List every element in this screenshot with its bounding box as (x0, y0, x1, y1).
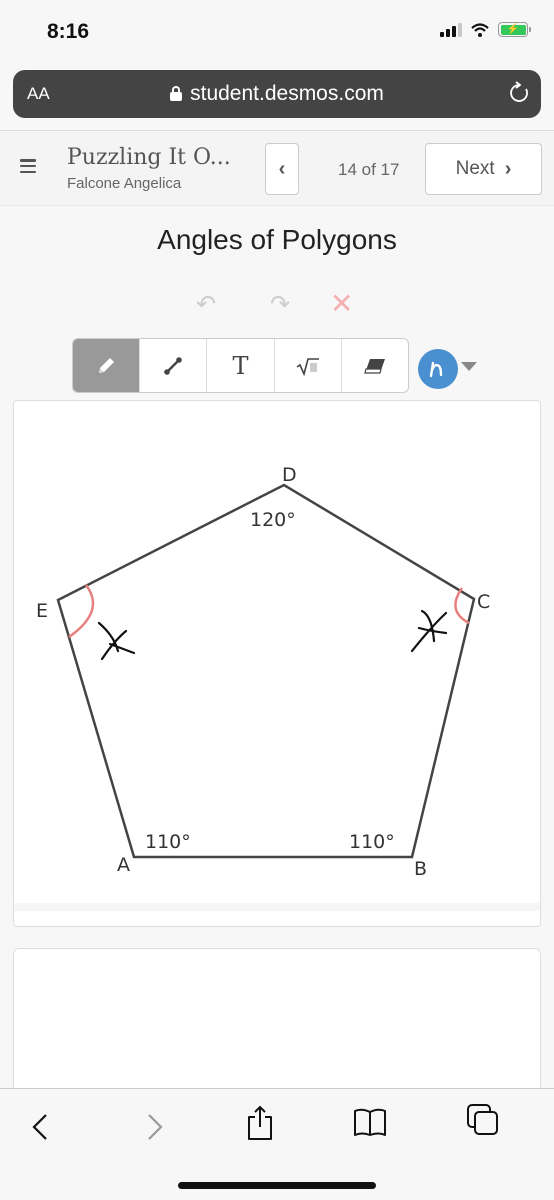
angle-label-a: 110° (145, 831, 191, 853)
line-segment-icon (164, 356, 183, 375)
square-root-icon (296, 357, 319, 376)
next-label: Next (455, 158, 495, 179)
pentagon-sketch: A B C D E 110° 110° 120° (36, 464, 490, 880)
chevron-right-icon: › (504, 157, 512, 180)
text-tool-button[interactable]: T (207, 339, 275, 392)
reload-button[interactable] (509, 81, 529, 109)
share-button[interactable] (245, 1103, 275, 1148)
cellular-signal-icon (440, 22, 462, 37)
angle-label-b: 110° (349, 831, 395, 853)
redo-icon[interactable]: ↷ (270, 290, 290, 319)
back-icon (32, 1114, 47, 1140)
status-icons: ⚡ (440, 22, 531, 37)
clear-icon[interactable]: ✕ (330, 287, 353, 320)
text-icon: T (232, 351, 249, 380)
sketch-canvas[interactable]: A B C D E 110° 110° 120° (13, 400, 541, 927)
eraser-tool-button[interactable] (342, 339, 408, 392)
url-text: student.desmos.com (190, 82, 384, 105)
vertex-label-d: D (282, 464, 297, 486)
wifi-icon (471, 22, 489, 37)
activity-title: Puzzling It O... (67, 145, 231, 170)
student-name: Falcone Angelica (67, 175, 182, 192)
address-bar[interactable]: AA student.desmos.com (13, 70, 541, 118)
squiggle-icon (429, 361, 443, 378)
reload-icon (510, 81, 528, 102)
x-mark-c (410, 609, 448, 653)
undo-icon[interactable]: ↶ (196, 290, 216, 319)
vertex-label-b: B (414, 858, 427, 880)
x-mark-e (97, 621, 136, 661)
status-time: 8:16 (47, 20, 90, 43)
vertex-label-a: A (117, 854, 130, 876)
pencil-icon (99, 357, 115, 373)
sketch-toolbar: T (72, 338, 409, 393)
pentagon-outline (56, 483, 476, 859)
tabs-icon (467, 1104, 498, 1135)
sketch-divider (14, 903, 540, 911)
activity-header: Puzzling It O... Falcone Angelica ‹ 14 o… (0, 130, 554, 206)
vertex-label-c: C (477, 591, 490, 613)
math-tool-button[interactable] (275, 339, 342, 392)
vertex-label-e: E (36, 600, 48, 622)
next-screen-button[interactable]: Next › (425, 143, 542, 195)
page-indicator: 14 of 17 (338, 160, 400, 179)
history-controls: ↶ ↷ ✕ (0, 287, 554, 320)
response-card[interactable] (13, 948, 541, 1108)
back-button[interactable] (30, 1111, 50, 1148)
angle-label-d: 120° (250, 509, 296, 531)
battery-charging-icon: ⚡ (498, 22, 531, 37)
color-picker-button[interactable] (418, 349, 458, 389)
menu-icon[interactable] (20, 159, 36, 173)
color-dropdown-caret-icon[interactable] (461, 362, 477, 371)
previous-screen-button[interactable]: ‹ (265, 143, 299, 195)
bookmarks-button[interactable] (353, 1105, 387, 1144)
pencil-tool-button[interactable] (73, 339, 141, 392)
bookmarks-icon (354, 1108, 386, 1136)
forward-icon (148, 1114, 163, 1140)
tabs-button[interactable] (466, 1103, 500, 1142)
lock-icon (170, 86, 183, 101)
line-tool-button[interactable] (140, 339, 208, 392)
chevron-left-icon: ‹ (278, 157, 286, 180)
forward-button[interactable] (145, 1111, 165, 1148)
eraser-icon (364, 358, 385, 374)
url-display[interactable]: student.desmos.com (13, 82, 541, 106)
screen-title: Angles of Polygons (157, 224, 397, 255)
share-icon (248, 1105, 272, 1140)
home-indicator[interactable] (178, 1182, 376, 1189)
status-bar: 8:16 ⚡ (0, 0, 554, 66)
